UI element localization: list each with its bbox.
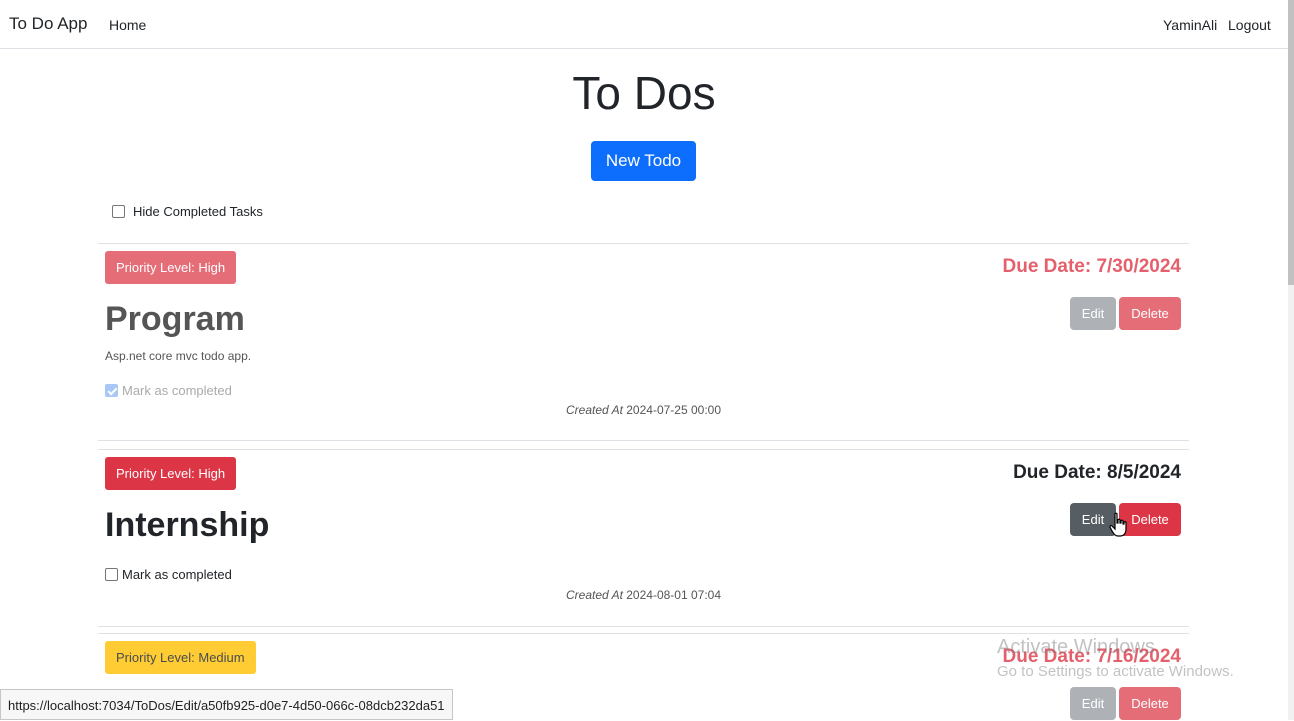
priority-badge: Priority Level: High — [105, 457, 237, 490]
edit-button[interactable]: Edit — [1070, 297, 1116, 330]
scrollbar-thumb[interactable] — [1288, 0, 1294, 285]
created-at-value: 2024-08-01 07:04 — [626, 588, 721, 602]
todo-description: Asp.net core mvc todo app. — [105, 349, 252, 363]
hand-cursor-icon — [1109, 512, 1127, 537]
delete-button[interactable]: Delete — [1119, 297, 1181, 330]
nav-logout-link[interactable]: Logout — [1228, 17, 1271, 33]
mark-completed-toggle[interactable]: Mark as completed — [105, 383, 232, 398]
activate-windows-title: Activate Windows — [997, 636, 1155, 658]
mark-completed-label: Mark as completed — [122, 383, 232, 398]
brand-link[interactable]: To Do App — [9, 14, 87, 34]
top-navbar: To Do App Home YaminAli Logout — [0, 0, 1288, 49]
mark-completed-checkbox[interactable] — [105, 568, 118, 581]
delete-button[interactable]: Delete — [1119, 687, 1181, 720]
edit-button[interactable]: Edit — [1070, 687, 1116, 720]
activate-windows-subtitle: Go to Settings to activate Windows. — [997, 663, 1234, 680]
mark-completed-toggle[interactable]: Mark as completed — [105, 567, 232, 582]
new-todo-button[interactable]: New Todo — [591, 141, 696, 181]
created-at-label: Created At — [565, 588, 623, 602]
hide-completed-label: Hide Completed Tasks — [133, 204, 263, 219]
nav-home-link[interactable]: Home — [109, 17, 146, 33]
status-bar-url: https://localhost:7034/ToDos/Edit/a50fb9… — [0, 689, 453, 720]
page-title: To Dos — [572, 67, 716, 119]
delete-button[interactable]: Delete — [1119, 503, 1181, 536]
created-at: Created At 2024-08-01 07:04 — [98, 588, 1189, 602]
created-at: Created At 2024-07-25 00:00 — [98, 403, 1189, 417]
priority-badge: Priority Level: Medium — [105, 641, 256, 674]
created-at-value: 2024-07-25 00:00 — [626, 403, 721, 417]
hide-completed-checkbox[interactable] — [112, 205, 125, 218]
due-date: Due Date: 7/30/2024 — [1002, 256, 1182, 277]
page-scrollbar[interactable] — [1288, 0, 1294, 720]
due-date: Due Date: 8/5/2024 — [1013, 462, 1181, 483]
mark-completed-label: Mark as completed — [122, 567, 232, 582]
todo-title: Internship — [105, 506, 270, 544]
todo-card: Priority Level: High Due Date: 7/30/2024… — [98, 243, 1189, 441]
mark-completed-checkbox[interactable] — [105, 384, 118, 397]
todo-card: Priority Level: High Due Date: 8/5/2024 … — [98, 449, 1189, 627]
todo-title: Program — [105, 300, 245, 338]
priority-badge: Priority Level: High — [105, 251, 237, 284]
hide-completed-toggle[interactable]: Hide Completed Tasks — [112, 204, 263, 219]
created-at-label: Created At — [565, 403, 623, 417]
nav-user-link[interactable]: YaminAli — [1163, 17, 1217, 33]
